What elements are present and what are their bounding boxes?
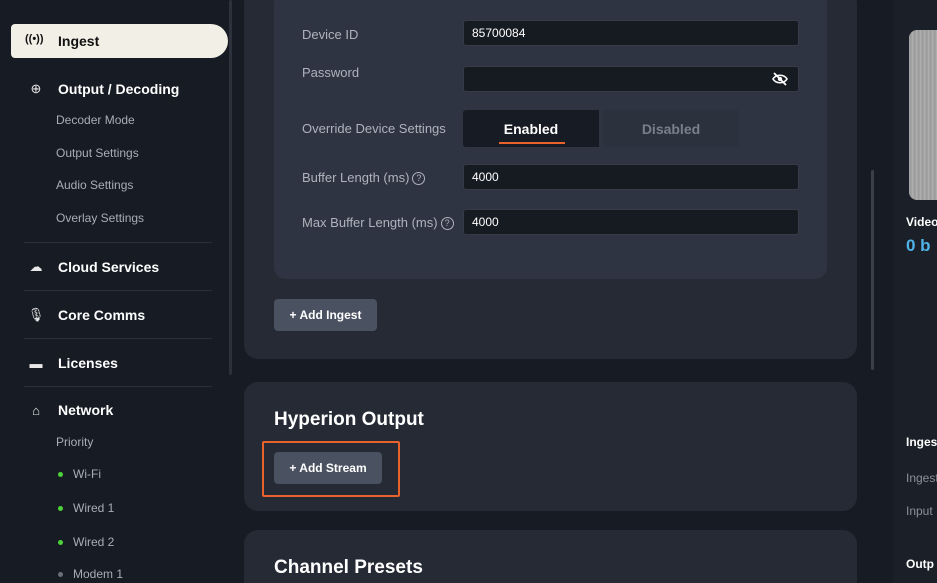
divider [24, 338, 212, 339]
sidebar-item-ingest[interactable]: ((•)) Ingest [11, 24, 228, 58]
video-label: Video [906, 215, 937, 229]
buffer-length-field[interactable]: 4000 [463, 164, 799, 190]
sidebar-item-network[interactable]: ⌂ Network [0, 395, 237, 425]
sidebar-item-cloud-services[interactable]: ☁ Cloud Services [0, 252, 237, 282]
sidebar-subitem-overlay-settings[interactable]: Overlay Settings [56, 211, 144, 225]
sidebar: ((•)) Ingest ⊕ Output / Decoding Decoder… [0, 0, 237, 583]
toggle-label: Enabled [503, 120, 559, 137]
sidebar-item-label: Cloud Services [58, 259, 160, 275]
add-stream-highlight [262, 441, 400, 497]
help-icon[interactable]: ? [412, 172, 426, 185]
status-dot [58, 505, 63, 511]
sidebar-item-licenses[interactable]: ▬ Licenses [0, 348, 237, 378]
sidebar-item-label: Network [58, 402, 114, 418]
sidebar-scrollbar[interactable] [229, 0, 232, 375]
cloud-icon: ☁ [29, 259, 43, 274]
override-label: Override Device Settings [302, 121, 446, 136]
password-label: Password [302, 65, 360, 80]
buffer-length-label: Buffer Length (ms)? [302, 170, 426, 185]
add-ingest-button[interactable]: + Add Ingest [274, 299, 377, 331]
input-stats-sub: Input [906, 504, 933, 518]
channel-presets-title: Channel Presets [274, 557, 423, 578]
status-dot [58, 539, 63, 545]
network-item-wired-1[interactable]: Wired 1 [58, 501, 114, 515]
video-preview [909, 30, 937, 200]
password-field[interactable] [463, 66, 799, 92]
network-icon: ⌂ [32, 402, 40, 418]
main-scrollbar[interactable] [871, 170, 874, 370]
sidebar-item-label: Output / Decoding [58, 81, 180, 97]
max-buffer-length-field[interactable]: 4000 [463, 209, 799, 235]
network-item-wired-2[interactable]: Wired 2 [58, 535, 114, 549]
sidebar-item-label: Licenses [58, 355, 118, 371]
network-item-label: Wi-Fi [73, 467, 101, 481]
status-dot [58, 471, 63, 477]
sidebar-subitem-output-settings[interactable]: Output Settings [56, 146, 139, 160]
device-id-label: Device ID [302, 27, 359, 42]
output-stats-label: Outp [906, 557, 934, 571]
ingest-stats-sub: Ingest [906, 471, 937, 485]
divider [24, 386, 212, 387]
eye-off-icon[interactable] [772, 72, 788, 86]
sidebar-subitem-audio-settings[interactable]: Audio Settings [56, 178, 133, 192]
sidebar-subitem-decoder-mode[interactable]: Decoder Mode [56, 113, 135, 127]
status-dot [58, 571, 63, 577]
sidebar-item-core-comms[interactable]: 🎙 Core Comms [0, 300, 237, 330]
network-item-wifi[interactable]: Wi-Fi [58, 467, 101, 481]
network-item-modem-1[interactable]: Modem 1 [58, 567, 123, 581]
toggle-label: Disabled [641, 120, 701, 137]
divider [24, 290, 212, 291]
hyperion-output-title: Hyperion Output [274, 409, 424, 430]
buffer-length-text: Buffer Length (ms) [302, 170, 410, 185]
divider [24, 242, 212, 243]
max-buffer-length-text: Max Buffer Length (ms) [302, 215, 438, 230]
sidebar-subitem-priority[interactable]: Priority [56, 435, 93, 449]
broadcast-icon: ((•)) [25, 33, 44, 45]
help-icon[interactable]: ? [440, 217, 454, 230]
sidebar-item-label: Core Comms [58, 307, 146, 323]
license-icon: ▬ [29, 355, 43, 371]
network-item-label: Modem 1 [73, 567, 124, 581]
network-item-label: Wired 2 [73, 535, 115, 549]
max-buffer-length-label: Max Buffer Length (ms)? [302, 215, 454, 230]
sidebar-item-label: Ingest [58, 33, 100, 49]
ingest-stats-label: Inges [906, 435, 937, 449]
sidebar-item-output-decoding[interactable]: ⊕ Output / Decoding [0, 74, 237, 104]
network-item-label: Wired 1 [73, 501, 115, 515]
video-bitrate: 0 b [906, 236, 931, 255]
override-disabled-toggle[interactable]: Disabled [603, 110, 739, 147]
decoding-icon: ⊕ [30, 81, 42, 96]
microphone-icon: 🎙 [27, 307, 45, 322]
device-id-field[interactable]: 85700084 [463, 20, 799, 46]
override-enabled-toggle[interactable]: Enabled [463, 110, 599, 147]
active-underline [499, 142, 565, 144]
